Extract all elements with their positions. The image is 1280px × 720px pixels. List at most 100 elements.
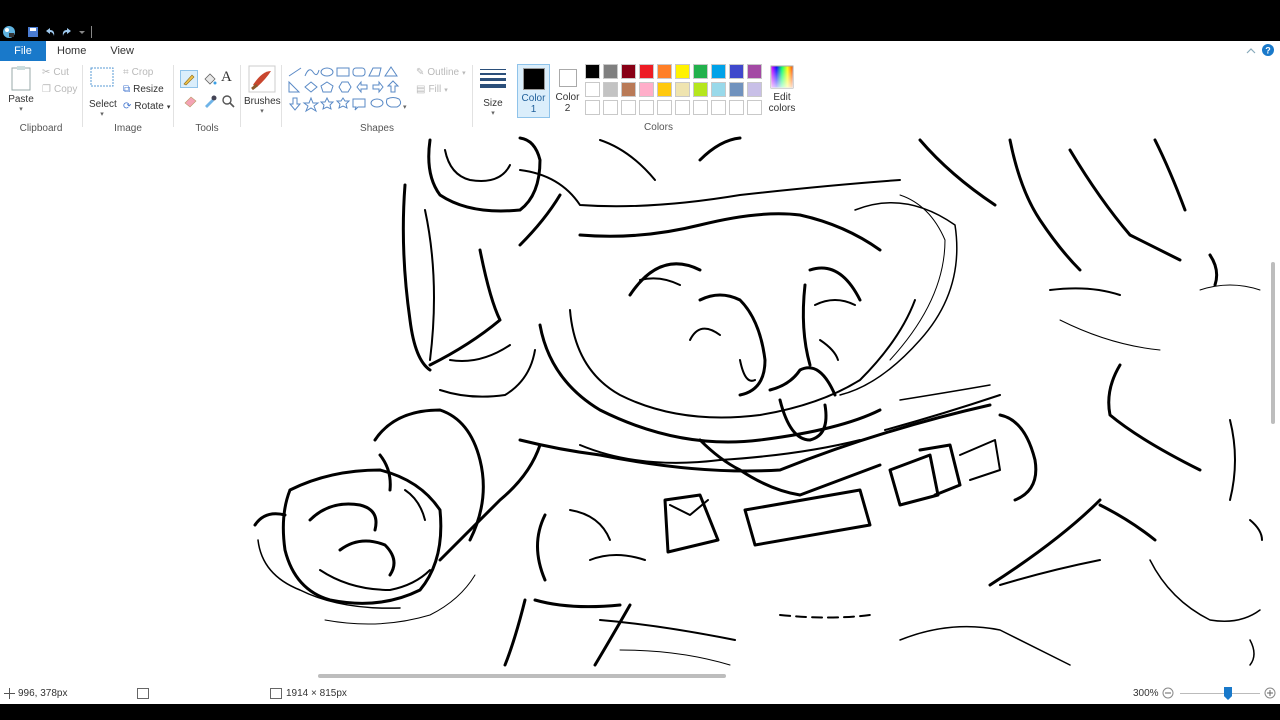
color-swatch[interactable]	[639, 82, 654, 97]
colors-group-label: Colors	[644, 122, 673, 133]
color-swatch[interactable]	[585, 100, 600, 115]
clipboard-group-label: Clipboard	[19, 123, 63, 134]
paint-bucket-icon	[204, 73, 217, 85]
copy-icon: ❐	[42, 84, 51, 95]
shapes-gallery[interactable]	[287, 66, 413, 116]
title-divider	[91, 24, 92, 40]
color-swatch[interactable]	[747, 82, 762, 97]
color-swatch[interactable]	[639, 64, 654, 79]
title-bar	[0, 0, 1280, 41]
zoom-level: 300%	[1133, 688, 1159, 699]
color-swatch[interactable]	[675, 82, 690, 97]
select-button[interactable]: Select ▾	[89, 67, 117, 118]
color-swatch[interactable]	[711, 82, 726, 97]
size-label: Size	[483, 98, 503, 109]
tools-group-label: Tools	[195, 123, 219, 134]
color-swatch[interactable]	[603, 82, 618, 97]
undo-icon[interactable]	[44, 24, 56, 40]
color-swatch[interactable]	[675, 64, 690, 79]
color-swatch[interactable]	[657, 100, 672, 115]
magnifier-tool[interactable]	[221, 94, 235, 111]
cut-button[interactable]: ✂ Cut	[42, 67, 69, 78]
help-area: ?	[1246, 44, 1274, 59]
zoom-in-icon[interactable]	[1264, 687, 1276, 702]
size-button[interactable]: Size ▾	[478, 67, 508, 117]
quick-access-dropdown-icon[interactable]	[78, 24, 86, 40]
color1-button[interactable]: Color 1	[517, 64, 550, 118]
color-swatch[interactable]	[603, 100, 618, 115]
color-swatch[interactable]	[693, 64, 708, 79]
copy-button[interactable]: ❐ Copy	[42, 84, 77, 95]
color-swatch[interactable]	[729, 82, 744, 97]
color-swatch[interactable]	[621, 100, 636, 115]
text-icon: A	[221, 69, 232, 85]
rotate-button[interactable]: ⟳ Rotate ▾	[123, 101, 170, 112]
zoom-slider-track[interactable]	[1180, 693, 1260, 694]
color2-swatch	[558, 69, 577, 87]
outline-button[interactable]: ✎ Outline ▾	[416, 67, 466, 78]
paste-label: Paste	[8, 94, 34, 105]
shapes-group-label: Shapes	[360, 123, 394, 134]
color-swatch[interactable]	[585, 82, 600, 97]
fill-tool[interactable]	[202, 71, 218, 90]
tools-group: A Tools	[174, 61, 240, 136]
pencil-icon	[183, 74, 195, 86]
svg-text:?: ?	[1265, 46, 1271, 56]
color-swatch[interactable]	[621, 64, 636, 79]
tab-file[interactable]: File	[0, 41, 46, 61]
color-swatch[interactable]	[711, 64, 726, 79]
tab-view[interactable]: View	[98, 41, 146, 61]
line-size-icon	[480, 69, 506, 88]
paste-icon	[11, 66, 31, 91]
outline-icon: ✎	[416, 67, 425, 78]
color-swatch[interactable]	[747, 64, 762, 79]
color-swatch[interactable]	[675, 100, 690, 115]
color-swatch[interactable]	[639, 100, 654, 115]
shapes-more-icon[interactable]: ▾	[403, 103, 407, 111]
color2-button[interactable]: Color 2	[551, 64, 584, 118]
brushes-group: Brushes ▾	[241, 61, 281, 136]
crop-button[interactable]: ⌗ Crop	[123, 67, 153, 78]
horizontal-scrollbar[interactable]	[318, 674, 726, 678]
color-swatch[interactable]	[711, 100, 726, 115]
screen-border-bottom	[0, 704, 1280, 720]
eraser-tool[interactable]	[183, 94, 199, 111]
clipboard-group: Paste ▾ ✂ Cut ❐ Copy Clipboard	[0, 61, 82, 136]
fill-button[interactable]: ▤ Fill ▾	[416, 84, 448, 95]
save-icon[interactable]	[27, 24, 39, 40]
color-swatch[interactable]	[729, 64, 744, 79]
vertical-scrollbar[interactable]	[1271, 262, 1275, 424]
magnifier-icon	[222, 95, 235, 108]
color-swatch[interactable]	[747, 100, 762, 115]
zoom-out-icon[interactable]	[1162, 687, 1174, 702]
pencil-tool[interactable]	[180, 70, 198, 88]
fill-icon: ▤	[416, 84, 426, 95]
color-swatch[interactable]	[585, 64, 600, 79]
drawing-canvas[interactable]	[0, 136, 1280, 684]
color-swatch[interactable]	[603, 64, 618, 79]
brushes-label: Brushes	[244, 96, 281, 107]
help-icon[interactable]: ?	[1262, 44, 1274, 59]
tab-home[interactable]: Home	[46, 41, 98, 61]
brushes-button[interactable]: Brushes ▾	[244, 65, 281, 115]
resize-button[interactable]: ⧉ Resize	[123, 84, 164, 95]
color-picker-tool[interactable]	[202, 94, 218, 111]
color-swatch[interactable]	[621, 82, 636, 97]
color-swatch[interactable]	[657, 82, 672, 97]
selection-size-icon	[137, 688, 149, 702]
ribbon-tabs: File Home View	[0, 41, 1280, 61]
paste-button[interactable]: Paste ▾	[8, 65, 34, 113]
edit-colors-button[interactable]: Edit colors	[766, 65, 798, 114]
color-swatch[interactable]	[729, 100, 744, 115]
color-swatch[interactable]	[693, 82, 708, 97]
image-group-label: Image	[114, 123, 142, 134]
resize-icon: ⧉	[123, 84, 131, 95]
redo-icon[interactable]	[61, 24, 73, 40]
canvas-workspace[interactable]	[0, 136, 1280, 684]
paint-app-icon[interactable]	[2, 24, 16, 40]
color-swatch[interactable]	[693, 100, 708, 115]
text-tool[interactable]: A	[221, 69, 232, 86]
color-swatch[interactable]	[657, 64, 672, 79]
minimize-ribbon-icon[interactable]	[1246, 46, 1256, 58]
zoom-slider-thumb[interactable]	[1224, 687, 1232, 700]
